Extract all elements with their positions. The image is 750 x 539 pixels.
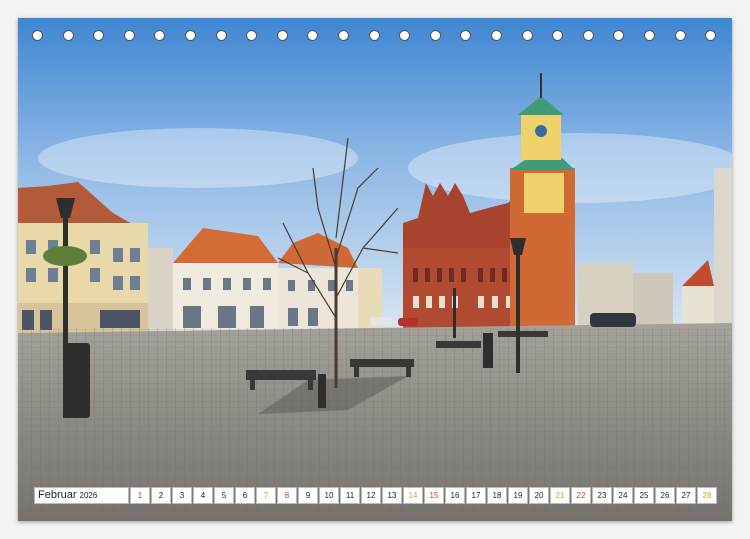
day-cell: 25 xyxy=(634,487,654,504)
calendar-strip: Februar 2026 1 2 3 4 5 6 7 8 9 10 11 12 13 14 15 16 17 18 1… xyxy=(34,487,717,504)
binding-hole xyxy=(399,30,411,41)
day-cell: 10 xyxy=(319,487,339,504)
binding-hole xyxy=(185,30,196,41)
day-cell: 22 xyxy=(571,487,591,504)
binding-hole xyxy=(62,30,74,41)
binding-hole xyxy=(368,30,380,41)
day-cell: 2 xyxy=(151,487,171,504)
day-cell: 24 xyxy=(613,487,633,504)
binding-hole xyxy=(521,30,533,41)
day-cell: 3 xyxy=(172,487,192,504)
day-cell: 28 xyxy=(697,487,717,504)
day-cell: 27 xyxy=(676,487,696,504)
binding-hole xyxy=(460,30,472,41)
day-cell: 7 xyxy=(256,487,276,504)
binding-hole xyxy=(644,30,655,41)
day-cell: 23 xyxy=(592,487,612,504)
binding-hole xyxy=(613,30,625,41)
binding-hole xyxy=(276,30,288,41)
spiral-binding xyxy=(18,30,732,50)
day-cell: 15 xyxy=(424,487,444,504)
binding-hole xyxy=(154,30,166,41)
day-cell: 1 xyxy=(130,487,150,504)
binding-hole xyxy=(246,30,258,41)
month-name: Februar xyxy=(38,489,77,501)
binding-hole xyxy=(32,30,43,41)
day-cell: 13 xyxy=(382,487,402,504)
day-cell: 16 xyxy=(445,487,465,504)
binding-hole xyxy=(552,30,564,41)
binding-hole xyxy=(674,30,686,41)
binding-hole xyxy=(215,30,227,41)
day-cell: 9 xyxy=(298,487,318,504)
year-label: 2026 xyxy=(79,491,98,500)
town-square-photo xyxy=(18,18,732,521)
day-cell: 17 xyxy=(466,487,486,504)
day-cell: 20 xyxy=(529,487,549,504)
day-cell: 4 xyxy=(193,487,213,504)
day-cell: 6 xyxy=(235,487,255,504)
day-cell: 5 xyxy=(214,487,234,504)
day-cell: 18 xyxy=(487,487,507,504)
binding-hole xyxy=(93,30,105,41)
day-cells: 1 2 3 4 5 6 7 8 9 10 11 12 13 14 15 16 17 18 19 20 21 22 23 24 2… xyxy=(129,487,717,504)
day-cell: 8 xyxy=(277,487,297,504)
day-cell: 14 xyxy=(403,487,423,504)
day-cell: 26 xyxy=(655,487,675,504)
binding-hole xyxy=(582,30,594,41)
binding-hole xyxy=(123,30,135,41)
day-cell: 11 xyxy=(340,487,360,504)
day-cell: 12 xyxy=(361,487,381,504)
binding-hole xyxy=(705,30,717,41)
binding-hole xyxy=(307,30,319,41)
binding-hole xyxy=(491,30,502,41)
day-cell: 21 xyxy=(550,487,570,504)
binding-hole xyxy=(429,30,441,41)
month-label: Februar 2026 xyxy=(34,487,129,504)
day-cell: 19 xyxy=(508,487,528,504)
binding-hole xyxy=(338,30,349,41)
